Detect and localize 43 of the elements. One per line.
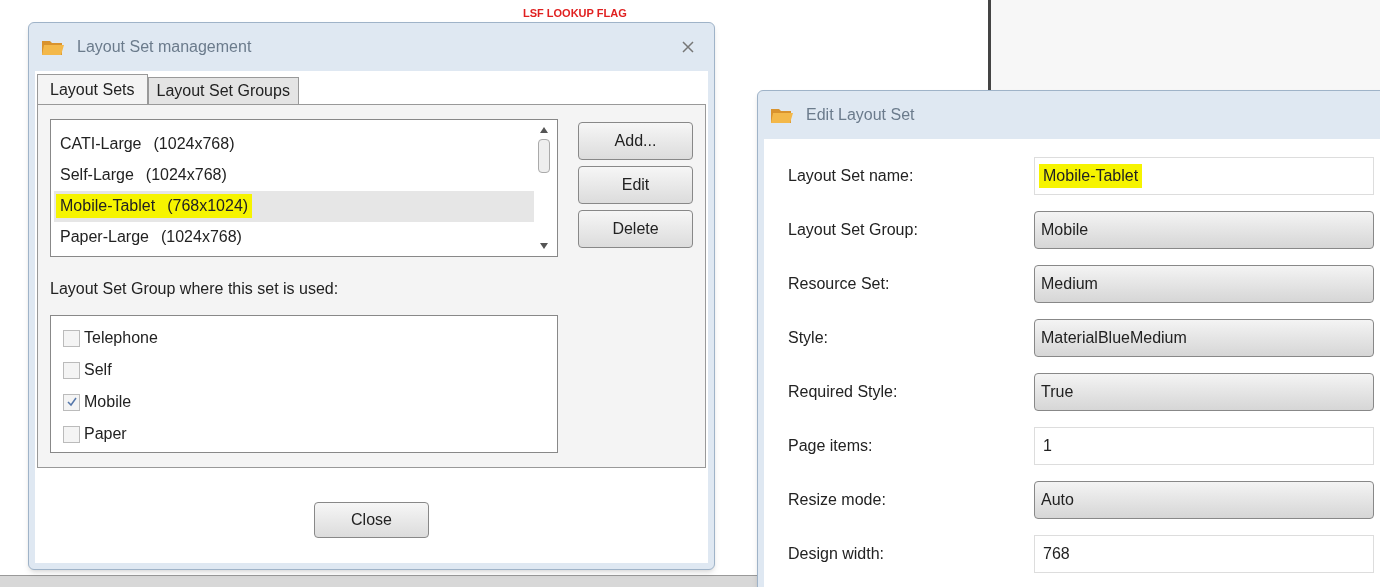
- scroll-down-icon[interactable]: [540, 243, 548, 249]
- dropdown[interactable]: MaterialBlueMedium: [1034, 319, 1374, 357]
- tab[interactable]: Layout Set Groups: [147, 77, 299, 104]
- dropdown[interactable]: True: [1034, 373, 1374, 411]
- scrollbar-thumb[interactable]: [538, 139, 550, 173]
- field-label: Layout Set name:: [787, 166, 915, 186]
- checkbox-label: Self: [84, 360, 112, 380]
- dropdown[interactable]: Auto: [1034, 481, 1374, 519]
- list-item[interactable]: Paper-Large (1024x768): [54, 221, 534, 253]
- input-field[interactable]: Mobile-Tablet: [1034, 157, 1374, 195]
- field-label: Required Style:: [787, 382, 899, 402]
- checkbox-label: Telephone: [84, 328, 158, 348]
- list-item[interactable]: CATI-Large (1024x768): [54, 128, 534, 160]
- dropdown[interactable]: Medium: [1034, 265, 1374, 303]
- close-button[interactable]: Close: [314, 501, 429, 538]
- input-field[interactable]: 1: [1034, 427, 1374, 465]
- checkbox-label: Paper: [84, 424, 127, 444]
- window-title: Layout Set management: [77, 37, 252, 57]
- dropdown[interactable]: Mobile: [1034, 211, 1374, 249]
- field-label: Resize mode:: [787, 490, 887, 510]
- field-label: Design width:: [787, 544, 886, 564]
- list-item[interactable]: Mobile-Tablet (768x1024): [54, 190, 534, 222]
- dialog-button[interactable]: Edit: [578, 166, 693, 204]
- checkbox[interactable]: [63, 425, 80, 443]
- scroll-up-icon[interactable]: [540, 127, 548, 133]
- annotation-label: LSF LOOKUP FLAG: [523, 6, 627, 21]
- checkbox[interactable]: [63, 393, 80, 411]
- close-icon[interactable]: [682, 41, 694, 53]
- field-label: Layout Set Group:: [787, 220, 919, 240]
- field-label: Resource Set:: [787, 274, 891, 294]
- field-label: Page items:: [787, 436, 874, 456]
- dialog-button[interactable]: Add...: [578, 122, 693, 160]
- field-label: Style:: [787, 328, 829, 348]
- dialog-button[interactable]: Delete: [578, 210, 693, 248]
- checkmark-icon: [66, 397, 77, 407]
- checkbox[interactable]: [63, 361, 80, 379]
- tab[interactable]: Layout Sets: [37, 74, 148, 104]
- checkbox[interactable]: [63, 329, 80, 347]
- checkbox-label: Mobile: [84, 392, 132, 412]
- groups-label: Layout Set Group where this set is used:: [50, 279, 339, 299]
- list-item[interactable]: Self-Large (1024x768): [54, 159, 534, 191]
- window-title: Edit Layout Set: [806, 105, 915, 125]
- input-field[interactable]: 768: [1034, 535, 1374, 573]
